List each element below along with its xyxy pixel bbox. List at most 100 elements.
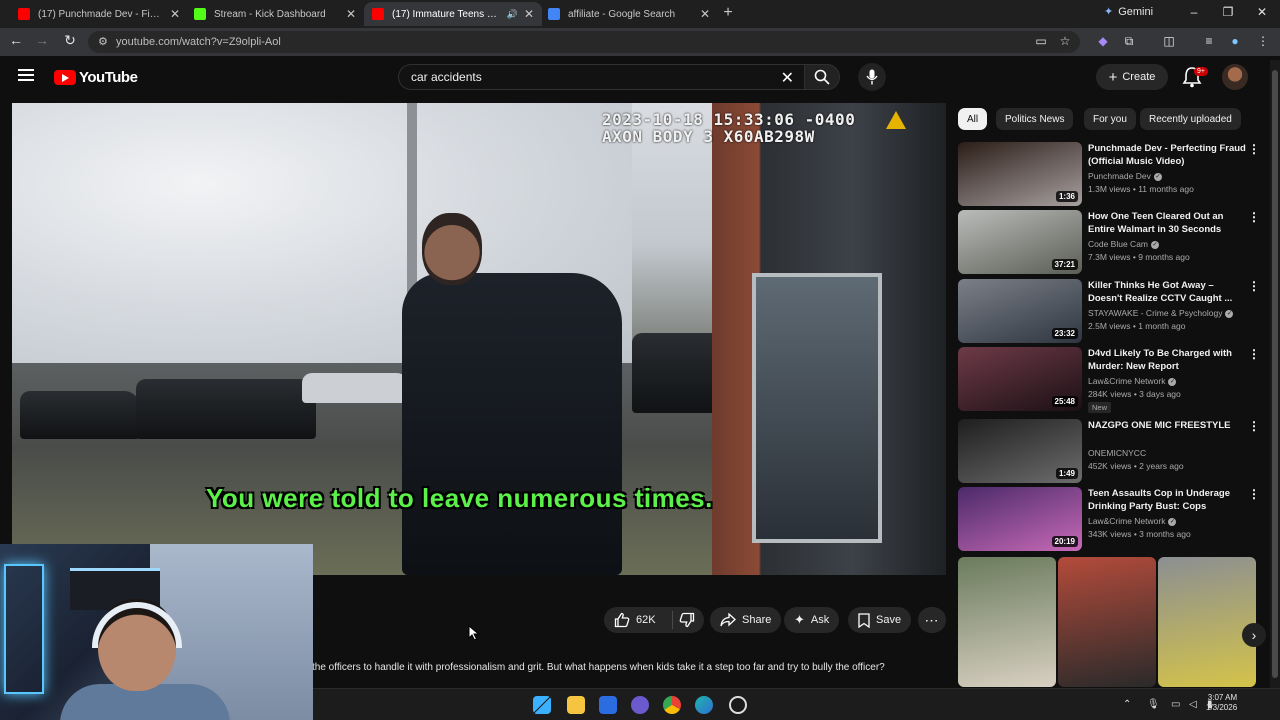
profile-icon[interactable]: ● (1226, 34, 1244, 48)
more-vertical-icon[interactable]: ⋮ (1248, 487, 1260, 501)
split-view-icon[interactable]: ◫ (1160, 34, 1178, 48)
voice-search-button[interactable] (858, 63, 886, 91)
video-title[interactable]: How One Teen Cleared Out an Entire Walma… (1088, 210, 1248, 236)
save-button[interactable]: Save (848, 607, 912, 633)
clear-search-icon[interactable]: ✕ (781, 68, 794, 88)
video-meta: 2.5M views • 1 month ago (1088, 321, 1186, 331)
volume-icon[interactable]: ◁ (1189, 699, 1197, 710)
restore-button[interactable]: ❐ (1218, 5, 1238, 19)
account-avatar[interactable] (1222, 64, 1248, 90)
recommendation-item[interactable]: 37:21 How One Teen Cleared Out an Entire … (958, 210, 1264, 274)
more-vertical-icon[interactable]: ⋮ (1248, 347, 1260, 361)
file-explorer-icon[interactable] (567, 696, 585, 714)
recommendation-item[interactable]: 25:48 D4vd Likely To Be Charged with Murd… (958, 347, 1264, 413)
search-input[interactable]: car accidents ✕ (398, 64, 804, 90)
taskbar-clock[interactable]: 3:07 AM 1/3/2026 (1206, 693, 1237, 713)
tab-favicon-icon (372, 8, 384, 20)
shorts-thumbnail[interactable] (1058, 557, 1156, 687)
close-tab-icon[interactable]: ✕ (524, 7, 534, 21)
video-thumbnail[interactable]: 1:36 (958, 142, 1082, 206)
video-meta: 284K views • 3 days ago (1088, 389, 1181, 399)
tray-overflow-icon[interactable]: ⌃ (1123, 699, 1131, 710)
network-icon[interactable]: ▭ (1171, 699, 1180, 710)
recommendation-item[interactable]: 23:32 Killer Thinks He Got Away – Doesn't… (958, 279, 1264, 343)
close-tab-icon[interactable]: ✕ (700, 7, 710, 21)
video-thumbnail[interactable]: 20:19 (958, 487, 1082, 551)
shorts-thumbnail[interactable] (1158, 557, 1256, 687)
channel-name[interactable]: STAYAWAKE - Crime & Psychology ✓ (1088, 308, 1234, 318)
thumbs-up-icon[interactable] (614, 612, 630, 628)
url-text: youtube.com/watch?v=Z9olpli-Aol (116, 36, 281, 48)
extension-icon[interactable]: ◆ (1094, 34, 1112, 48)
video-thumbnail[interactable]: 37:21 (958, 210, 1082, 274)
address-bar[interactable]: ⚙ youtube.com/watch?v=Z9olpli-Aol (88, 31, 1080, 53)
video-player[interactable]: 2023-10-18 15:33:06 -0400 AXON BODY 3 X6… (12, 103, 946, 575)
channel-name[interactable]: Law&Crime Network ✓ (1088, 516, 1177, 526)
back-button[interactable]: ← (6, 32, 26, 48)
video-title[interactable]: NAZGPG ONE MIC FREESTYLE (1088, 419, 1248, 432)
thumbs-down-icon[interactable] (679, 612, 695, 628)
store-icon[interactable] (599, 696, 617, 714)
video-thumbnail[interactable]: 1:49 (958, 419, 1082, 483)
create-button[interactable]: + Create (1096, 64, 1168, 90)
recommendation-item[interactable]: 20:19 Teen Assaults Cop in Underage Drink… (958, 487, 1264, 551)
browser-tab[interactable]: affiliate - Google Search ✕ (540, 2, 718, 26)
browser-tab[interactable]: (17) Immature Teens Get a R 🔊 ✕ (364, 2, 542, 26)
video-thumbnail[interactable]: 25:48 (958, 347, 1082, 411)
page-scrollbar-thumb[interactable] (1272, 70, 1278, 678)
site-info-icon[interactable]: ⚙ (98, 35, 108, 48)
like-count[interactable]: 62K (636, 614, 666, 626)
bookmark-star-icon[interactable]: ☆ (1056, 34, 1074, 48)
reload-button[interactable]: ↻ (60, 32, 80, 49)
video-title[interactable]: Punchmade Dev - Perfecting Fraud (Offici… (1088, 142, 1248, 168)
app-icon[interactable] (729, 696, 747, 714)
more-vertical-icon[interactable]: ⋮ (1248, 210, 1260, 224)
filter-chip[interactable]: Recently uploaded (1140, 108, 1241, 130)
shorts-next-button[interactable]: › (1242, 623, 1266, 647)
search-button[interactable] (804, 64, 840, 90)
browser-tab[interactable]: Stream - Kick Dashboard ✕ (186, 2, 364, 26)
discord-icon[interactable] (631, 696, 649, 714)
forward-button[interactable]: → (32, 32, 52, 48)
video-thumbnail[interactable]: 23:32 (958, 279, 1082, 343)
tray-mic-icon[interactable]: 🎙 (1147, 699, 1160, 710)
browser-menu-icon[interactable]: ⋮ (1254, 34, 1272, 48)
channel-name-text: ONEMICNYCC (1088, 448, 1147, 458)
minimize-button[interactable]: – (1184, 5, 1204, 19)
shorts-thumbnail[interactable] (958, 557, 1056, 687)
channel-name[interactable]: ONEMICNYCC (1088, 448, 1146, 458)
more-vertical-icon[interactable]: ⋮ (1248, 419, 1260, 433)
close-window-button[interactable]: ✕ (1252, 5, 1272, 19)
close-tab-icon[interactable]: ✕ (346, 7, 356, 21)
more-vertical-icon[interactable]: ⋮ (1248, 279, 1260, 293)
video-title[interactable]: Teen Assaults Cop in Underage Drinking P… (1088, 487, 1248, 513)
gemini-button[interactable]: ✦ Gemini (1104, 5, 1153, 19)
windows-start-icon[interactable] (533, 696, 551, 714)
ask-button[interactable]: ✦ Ask (784, 607, 840, 633)
channel-name[interactable]: Punchmade Dev ✓ (1088, 171, 1162, 181)
audio-playing-icon[interactable]: 🔊 (507, 9, 518, 20)
filter-chip[interactable]: For you (1084, 108, 1136, 130)
recommendation-item[interactable]: 1:49 NAZGPG ONE MIC FREESTYLE ONEMICNYCC 45… (958, 419, 1264, 483)
youtube-logo[interactable]: YouTube (54, 69, 138, 86)
more-actions-button[interactable]: ⋯ (918, 607, 946, 633)
share-button[interactable]: Share (710, 607, 782, 633)
more-vertical-icon[interactable]: ⋮ (1248, 142, 1260, 156)
edge-icon[interactable] (695, 696, 713, 714)
cast-icon[interactable]: ▭ (1032, 34, 1050, 48)
filter-chip[interactable]: Politics News (996, 108, 1074, 130)
video-title[interactable]: Killer Thinks He Got Away – Doesn't Real… (1088, 279, 1248, 305)
guide-menu-icon[interactable] (18, 69, 34, 81)
channel-name[interactable]: Law&Crime Network ✓ (1088, 376, 1177, 386)
browser-tab[interactable]: (17) Punchmade Dev - Financia ✕ (10, 2, 188, 26)
media-control-icon[interactable]: ≡ (1200, 34, 1218, 48)
chrome-icon[interactable] (663, 696, 681, 714)
close-tab-icon[interactable]: ✕ (170, 7, 180, 21)
new-tab-button[interactable]: + (718, 4, 738, 22)
channel-name[interactable]: Code Blue Cam ✓ (1088, 239, 1160, 249)
recommendation-item[interactable]: 1:36 Punchmade Dev - Perfecting Fraud (Of… (958, 142, 1264, 206)
video-title[interactable]: D4vd Likely To Be Charged with Murder: N… (1088, 347, 1248, 373)
extensions-puzzle-icon[interactable]: ⧉ (1120, 34, 1138, 49)
filter-chip[interactable]: All (958, 108, 988, 130)
video-description-snippet[interactable]: the officers to handle it with professio… (312, 662, 885, 673)
